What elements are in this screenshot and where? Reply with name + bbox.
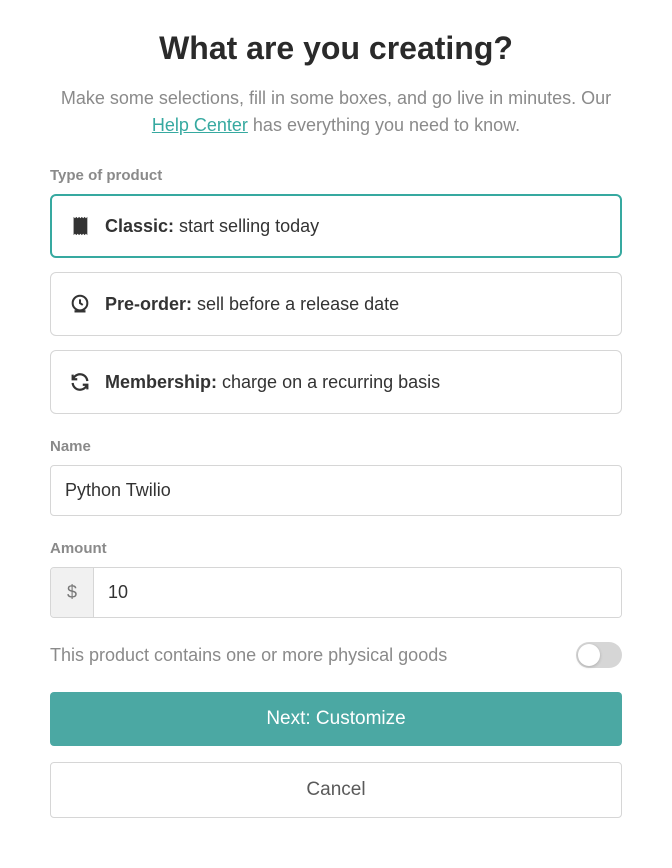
page-subheading: Make some selections, fill in some boxes…	[50, 85, 622, 139]
option-classic-desc: start selling today	[174, 216, 319, 236]
clock-icon	[69, 293, 91, 315]
name-label: Name	[50, 438, 622, 455]
refresh-icon	[69, 371, 91, 393]
amount-label: Amount	[50, 540, 622, 557]
option-membership[interactable]: Membership: charge on a recurring basis	[50, 350, 622, 414]
amount-field: $	[50, 567, 622, 618]
option-preorder-text: Pre-order: sell before a release date	[105, 294, 399, 315]
option-membership-title: Membership:	[105, 372, 217, 392]
option-classic-text: Classic: start selling today	[105, 216, 319, 237]
physical-goods-label: This product contains one or more physic…	[50, 645, 447, 666]
subheading-text-pre: Make some selections, fill in some boxes…	[61, 88, 611, 108]
option-classic[interactable]: Classic: start selling today	[50, 194, 622, 258]
toggle-knob	[578, 644, 600, 666]
currency-prefix: $	[51, 568, 94, 617]
option-membership-desc: charge on a recurring basis	[217, 372, 440, 392]
next-customize-button[interactable]: Next: Customize	[50, 692, 622, 746]
option-classic-title: Classic:	[105, 216, 174, 236]
physical-goods-toggle[interactable]	[576, 642, 622, 668]
page-title: What are you creating?	[50, 30, 622, 67]
option-membership-text: Membership: charge on a recurring basis	[105, 372, 440, 393]
option-preorder-desc: sell before a release date	[192, 294, 399, 314]
name-input[interactable]	[50, 465, 622, 516]
option-preorder-title: Pre-order:	[105, 294, 192, 314]
cancel-button[interactable]: Cancel	[50, 762, 622, 818]
amount-input[interactable]	[94, 568, 621, 617]
type-of-product-label: Type of product	[50, 167, 622, 184]
help-center-link[interactable]: Help Center	[152, 115, 248, 135]
option-preorder[interactable]: Pre-order: sell before a release date	[50, 272, 622, 336]
subheading-text-post: has everything you need to know.	[248, 115, 520, 135]
receipt-icon	[69, 215, 91, 237]
